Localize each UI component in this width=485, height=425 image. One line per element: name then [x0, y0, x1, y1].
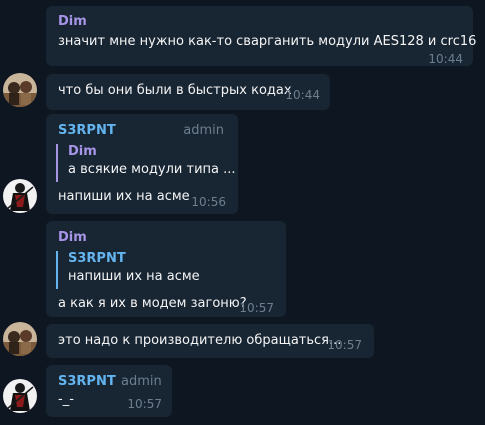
- reply-text: а всякие модули типа ...: [68, 162, 236, 177]
- admin-badge: admin: [121, 374, 162, 389]
- reply-sender: Dim: [68, 144, 97, 159]
- message-bubble[interactable]: Dim S3RPNT напиши их на асме а как я их …: [46, 221, 286, 317]
- reply-sender: S3RPNT: [68, 251, 126, 266]
- message-bubble[interactable]: S3RPNT admin -_- 10:57: [46, 365, 172, 417]
- message-time: 10:44: [428, 52, 463, 66]
- avatar-dim[interactable]: [3, 73, 37, 107]
- admin-badge: admin: [183, 123, 224, 138]
- message-text: значит мне нужно как-то сварганить модул…: [58, 34, 477, 49]
- message-time: 10:56: [191, 195, 226, 209]
- message-time: 10:44: [285, 88, 320, 102]
- message-time: 10:57: [327, 338, 362, 352]
- message-bubble[interactable]: Dim значит мне нужно как-то сварганить м…: [46, 6, 477, 66]
- message-text: -_-: [58, 392, 74, 407]
- sender-name[interactable]: Dim: [58, 230, 87, 245]
- message-text: напиши их на асме: [58, 189, 190, 204]
- sender-name[interactable]: Dim: [58, 14, 87, 29]
- sender-name[interactable]: S3RPNT: [58, 374, 116, 389]
- avatar-s3rpnt[interactable]: [3, 379, 37, 413]
- avatar-s3rpnt[interactable]: [3, 179, 37, 213]
- message-text: а как я их в модем загоню?: [58, 296, 247, 311]
- message-bubble[interactable]: что бы они были в быстрых кодах 10:44: [46, 74, 330, 110]
- avatar-dim[interactable]: [3, 322, 37, 356]
- sender-name[interactable]: S3RPNT: [58, 123, 116, 138]
- message-time: 10:57: [239, 301, 274, 315]
- reply-quote[interactable]: S3RPNT напиши их на асме: [56, 251, 256, 289]
- message-text: что бы они были в быстрых кодах: [58, 83, 292, 98]
- message-time: 10:57: [127, 397, 162, 411]
- reply-text: напиши их на асме: [68, 269, 200, 284]
- message-text: это надо к производителю обращаться...: [58, 333, 342, 348]
- reply-quote[interactable]: Dim а всякие модули типа ...: [56, 144, 236, 182]
- message-bubble[interactable]: S3RPNT admin Dim а всякие модули типа ..…: [46, 114, 238, 214]
- message-bubble[interactable]: это надо к производителю обращаться... 1…: [46, 324, 374, 358]
